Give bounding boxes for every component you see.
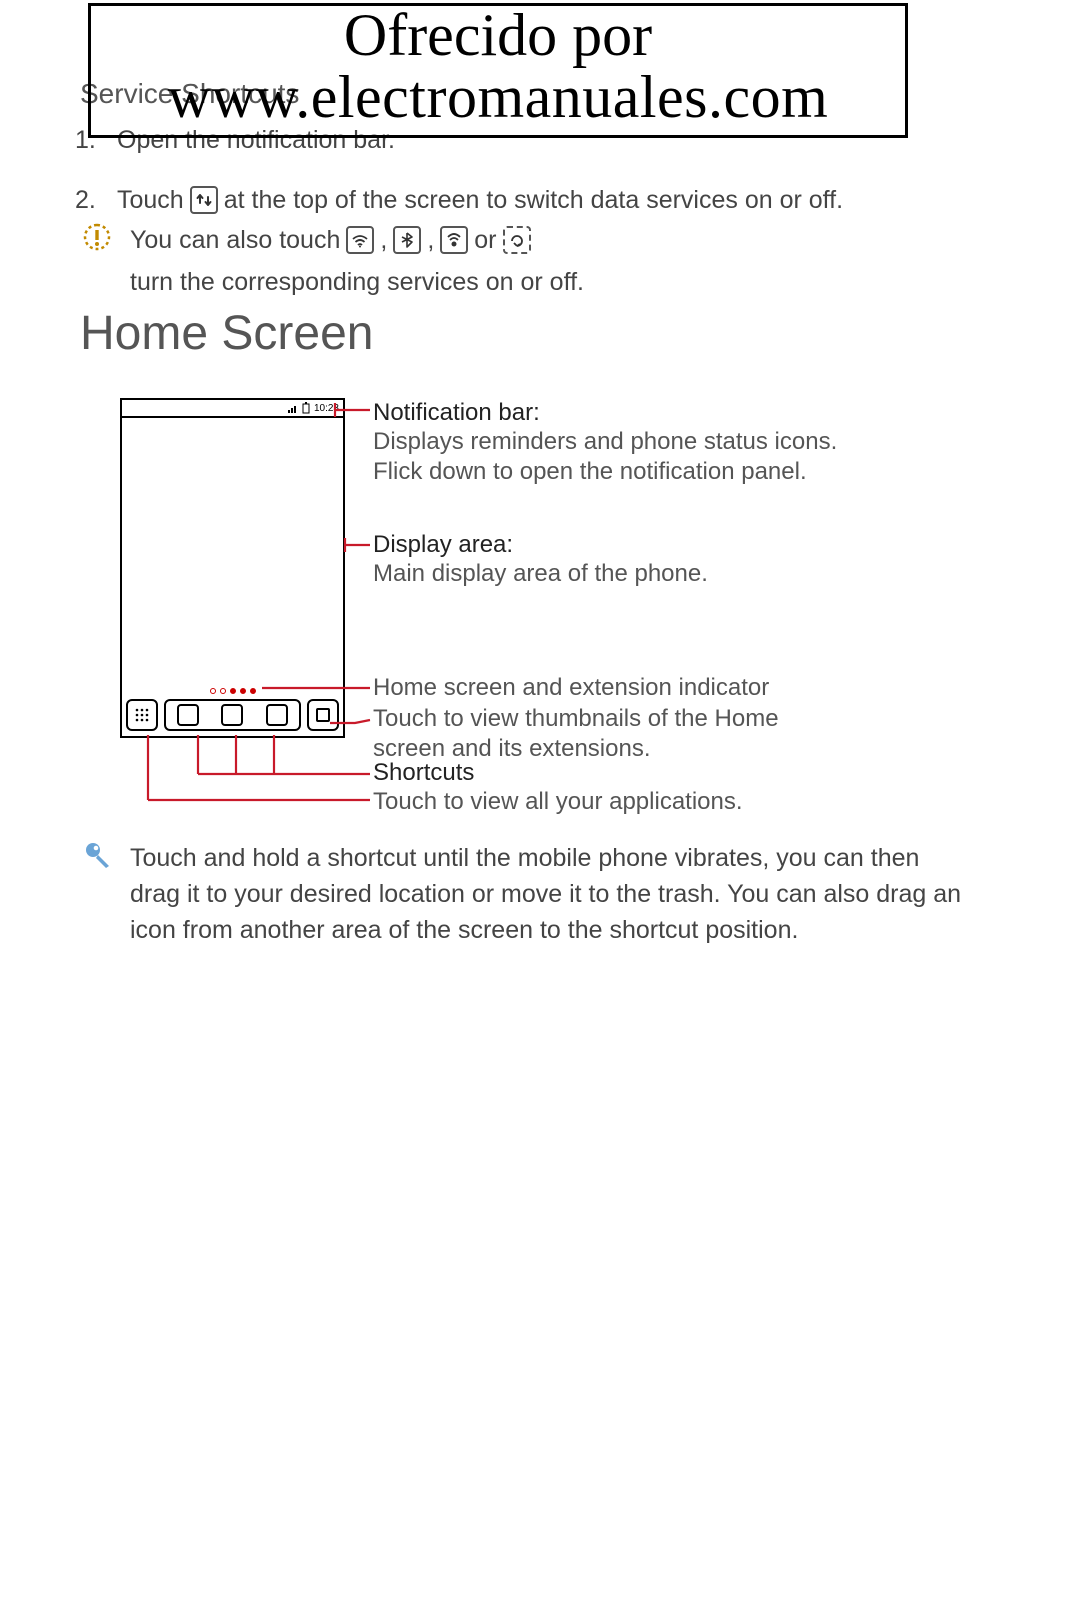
callout-notification-body2: Flick down to open the notification pane… [373, 457, 837, 487]
callout-notification-title: Notification bar: [373, 399, 837, 427]
shortcut-slot [177, 704, 199, 726]
callout-allapps: Touch to view all your applications. [373, 787, 743, 817]
callout-indicator: Home screen and extension indicator [373, 673, 769, 703]
watermark-line1: Ofrecido por [101, 4, 895, 67]
battery-icon [302, 402, 310, 414]
watermark-box: Ofrecido por www.electromanuales.com [88, 3, 908, 138]
phone-outline: 10:23 [120, 398, 345, 738]
note-b: turn the corresponding services on or of… [130, 264, 584, 300]
heading-home-screen: Home Screen [80, 306, 373, 361]
tip-text: Touch and hold a shortcut until the mobi… [130, 840, 970, 948]
step-2: 2. Touch at the top of the screen to swi… [75, 185, 975, 215]
step-text: Touch at the top of the screen to switch… [117, 185, 843, 215]
tip-note: Touch and hold a shortcut until the mobi… [82, 840, 970, 948]
display-area [122, 418, 343, 678]
step-list: 1. Open the notification bar. 2. Touch a… [75, 125, 975, 245]
data-toggle-icon [190, 186, 218, 214]
step-text-b: at the top of the screen to switch data … [224, 185, 843, 215]
callout-notification-body1: Displays reminders and phone status icon… [373, 427, 837, 457]
thumbnails-button [307, 699, 339, 731]
step-text-a: Touch [117, 185, 184, 215]
callout-shortcuts-title: Shortcuts [373, 759, 474, 787]
tip-icon [82, 840, 112, 870]
callout-thumbnails1: Touch to view thumbnails of the Home [373, 704, 779, 734]
status-time: 10:23 [314, 403, 339, 414]
all-apps-button [126, 699, 158, 731]
shortcut-slot [266, 704, 288, 726]
callout-display-body: Main display area of the phone. [373, 559, 708, 589]
watermark-line2: www.electromanuales.com [101, 67, 895, 127]
callout-display-title: Display area: [373, 531, 708, 559]
home-screen-diagram: 10:23 Notification bar: Displays reminde… [120, 395, 940, 815]
page-indicator [210, 688, 256, 694]
status-bar: 10:23 [122, 400, 343, 418]
step-number: 2. [75, 185, 95, 215]
shortcut-slot [221, 704, 243, 726]
dock [126, 698, 339, 732]
signal-icon [288, 403, 298, 413]
shortcuts-box [164, 699, 301, 731]
